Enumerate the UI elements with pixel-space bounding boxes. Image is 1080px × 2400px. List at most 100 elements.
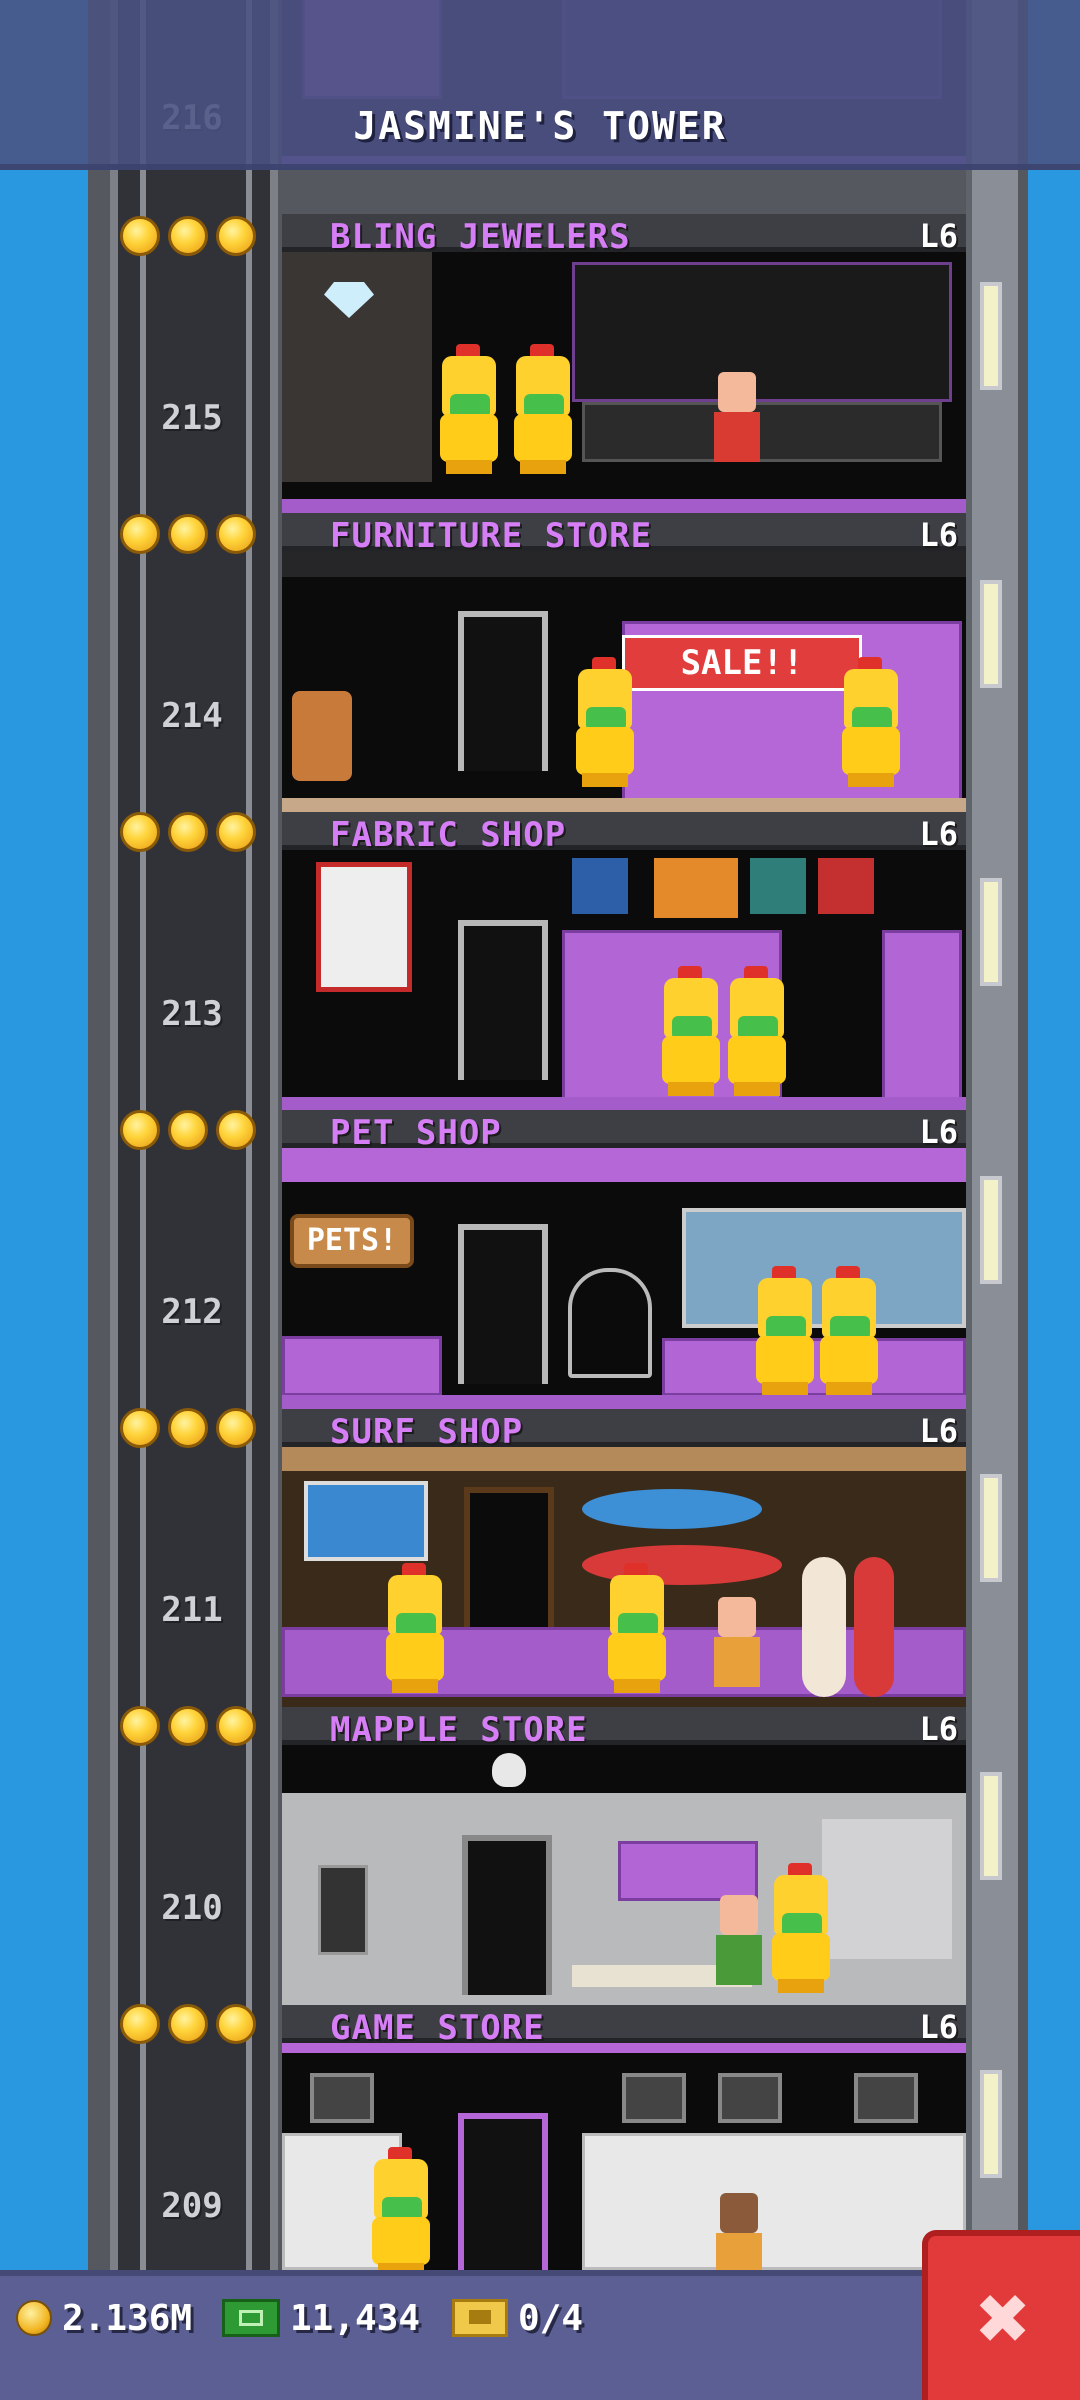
pets-sign: PETS! [290,1214,414,1268]
floor-room[interactable] [282,850,966,1111]
star-icon [168,514,208,554]
coins-value: 2.136M [62,2297,193,2339]
floor-number: 209 [161,2186,223,2226]
floor-name-bar: FABRIC SHOP L6 [282,812,966,855]
bitizen-chicken-costume[interactable] [752,1266,814,1398]
floor-name-bar: SURF SHOP L6 [282,1409,966,1452]
star-icon [168,1706,208,1746]
bitizen-shopper[interactable] [714,1895,762,1995]
fabric-swatch [818,858,874,914]
floor-trim [282,499,966,513]
floor-furniture-store[interactable]: FURNITURE STORE L6 SALE!! [282,513,966,812]
app-icons-wall [822,1819,952,1959]
floor-room[interactable]: SALE!! [282,551,966,812]
room-door [458,611,548,771]
floor-room[interactable] [282,1745,966,2006]
floor-room[interactable] [282,1447,966,1708]
ceiling [282,551,966,577]
bitizen-chicken-costume[interactable] [572,657,634,789]
floor-name: PET SHOP [330,1113,502,1153]
star-icon [168,216,208,256]
floor-pet-shop[interactable]: PET SHOP L6 PETS! [282,1110,966,1409]
sale-sign: SALE!! [622,635,862,691]
room-door [458,1224,548,1384]
floor-name-bar: MAPPLE STORE L6 [282,1707,966,1750]
mapple-logo [492,1753,526,1787]
game-poster [310,2073,374,2123]
bitizen-santa[interactable] [712,372,760,472]
star-icon [120,812,160,852]
floor-stars [120,1706,260,1750]
bitizen-chicken-costume[interactable] [816,1266,878,1398]
surfboard [582,1489,762,1529]
room-door [458,920,548,1080]
bitizen-chicken-costume[interactable] [604,1563,666,1695]
floor-name: FABRIC SHOP [330,815,567,855]
bitizen-chicken-costume[interactable] [658,966,720,1098]
star-icon [216,2004,256,2044]
star-icon [120,514,160,554]
bitizen-chicken-costume[interactable] [436,344,498,476]
room-door [462,1835,552,1995]
floor-trim [282,798,966,812]
star-icon [216,1408,256,1448]
display-window [572,262,952,402]
bitizen-shopper[interactable] [712,1597,760,1697]
wave-poster [304,1481,428,1561]
fabric-swatch [750,858,806,914]
floor-name-bar: GAME STORE L6 [282,2005,966,2048]
bitizen-chicken-costume[interactable] [382,1563,444,1695]
floor-fabric-shop[interactable]: FABRIC SHOP L6 [282,812,966,1111]
room-door [458,2113,548,2270]
floor-name-bar: PET SHOP L6 [282,1110,966,1153]
bitizen-chicken-costume[interactable] [510,344,572,476]
coin-icon [16,2300,52,2336]
star-icon [168,812,208,852]
bitizen-chicken-costume[interactable] [768,1863,830,1995]
coins-counter[interactable]: 2.136M [16,2296,192,2340]
quilt-display [316,862,412,992]
bitizen-chicken-costume[interactable] [724,966,786,1098]
floor-stars [120,216,260,260]
floor-room[interactable] [282,2043,966,2270]
ceiling [282,1148,966,1182]
floor-game-store[interactable]: GAME STORE L6 [282,2005,966,2304]
floor-number: 214 [161,696,223,736]
tower-window [980,1772,1002,1880]
floor-number: 212 [161,1292,223,1332]
pet-counter [662,1338,966,1396]
vip-tickets-counter[interactable]: 0/4 [452,2296,583,2340]
tower-window [980,1176,1002,1284]
floor-room[interactable] [282,252,966,513]
close-button[interactable]: ✖ [922,2230,1080,2400]
bitizen-chicken-costume[interactable] [838,657,900,789]
ceiling [282,1745,966,1793]
kiosk-display [318,1865,368,1955]
floor-surf-shop[interactable]: SURF SHOP L6 [282,1409,966,1708]
star-icon [120,216,160,256]
bitizen-shopper[interactable] [714,2193,762,2270]
bitizen-chicken-costume[interactable] [368,2147,430,2270]
tower-window [980,1474,1002,1582]
game-poster [854,2073,918,2123]
bux-counter[interactable]: 11,434 [222,2296,420,2340]
floor-mapple-store[interactable]: MAPPLE STORE L6 [282,1707,966,2006]
floor-trim [282,1097,966,1111]
floor-name: BLING JEWELERS [330,217,631,257]
floor-name: GAME STORE [330,2008,545,2048]
tower-window [980,878,1002,986]
armchair [292,691,352,781]
floor-bling-jewelers[interactable]: BLING JEWELERS L6 [282,214,966,513]
floor-room[interactable]: PETS! [282,1148,966,1409]
surfboard [802,1557,846,1697]
pet-supply-shelf [282,1336,442,1396]
floor-level: L6 [919,217,958,255]
floor-name: SURF SHOP [330,1412,524,1452]
tower-window [980,580,1002,688]
floor-name-bar: FURNITURE STORE L6 [282,513,966,556]
star-icon [168,2004,208,2044]
bux-icon [222,2299,280,2337]
floor-level: L6 [919,815,958,853]
fabric-swatch [654,858,738,918]
star-icon [120,1408,160,1448]
